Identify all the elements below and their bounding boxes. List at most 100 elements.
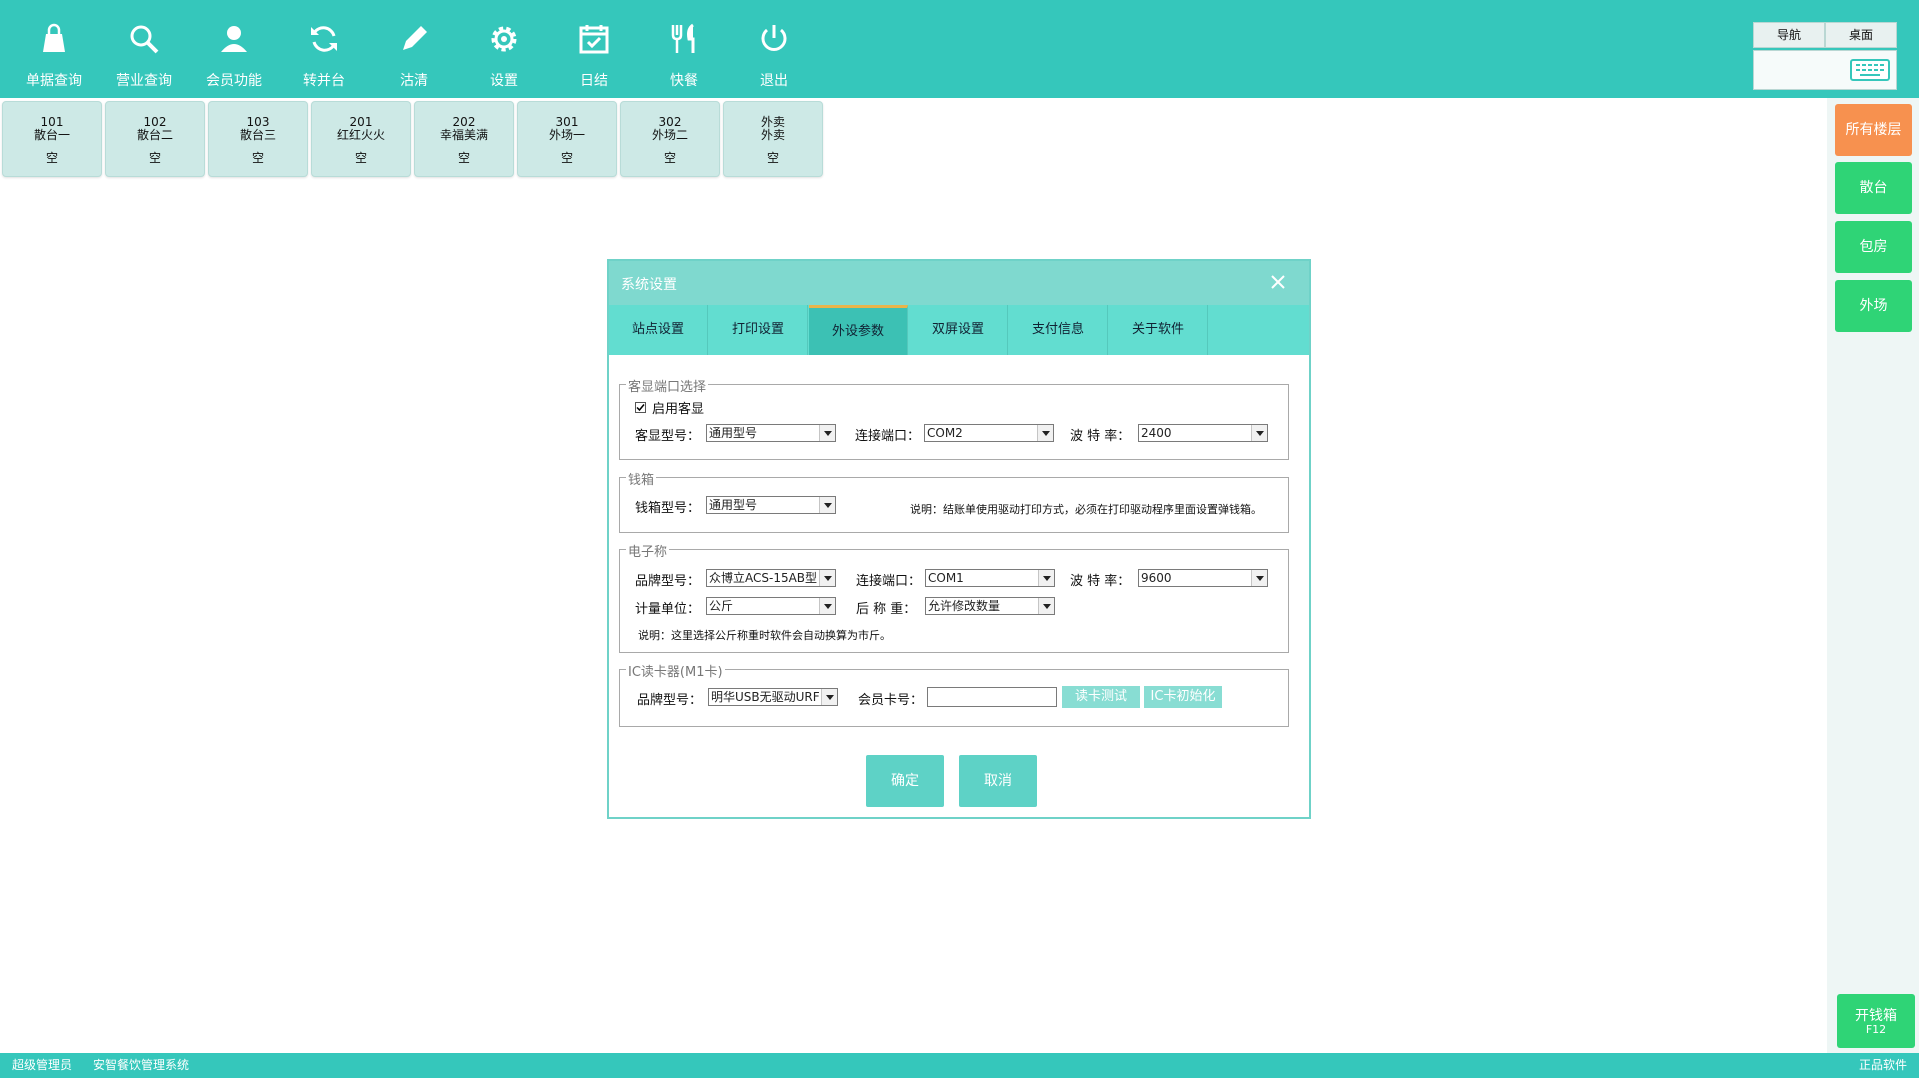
ic-card-init-button[interactable]: IC卡初始化: [1144, 686, 1222, 708]
toolbar-label: 日结: [580, 73, 608, 89]
toolbar-transfer-table[interactable]: 转并台: [279, 0, 369, 98]
bag-icon: [43, 23, 65, 52]
tab-print-settings[interactable]: 打印设置: [709, 305, 808, 355]
refresh-icon: [311, 26, 337, 52]
table-name: 散台一: [33, 128, 70, 142]
table-card[interactable]: 102 散台二 空: [105, 101, 205, 177]
member-card-input[interactable]: [927, 687, 1057, 707]
toolbar-sold-out[interactable]: 沽清: [369, 0, 459, 98]
dropdown-arrow-icon: [1251, 425, 1267, 441]
desktop-button[interactable]: 桌面: [1825, 22, 1897, 48]
open-cash-drawer-button[interactable]: 开钱箱 F12: [1837, 994, 1915, 1048]
user-icon: [221, 26, 247, 52]
table-name: 散台三: [239, 128, 276, 142]
scale-unit-label: 计量单位：: [635, 602, 701, 617]
scale-brand-label: 品牌型号：: [635, 574, 701, 589]
nav-button[interactable]: 导航: [1753, 22, 1825, 48]
table-card[interactable]: 202 幸福美满 空: [414, 101, 514, 177]
scale-brand-select[interactable]: 众博立ACS-15AB型: [706, 569, 836, 587]
keyboard-box[interactable]: [1753, 50, 1897, 90]
table-name: 红红火火: [336, 128, 385, 142]
toolbar-business-query[interactable]: 营业查询: [99, 0, 189, 98]
pencil-icon: [403, 26, 427, 50]
customer-display-model-label: 客显型号：: [635, 429, 701, 444]
tab-about[interactable]: 关于软件: [1109, 305, 1208, 355]
group-legend: 钱箱: [626, 469, 657, 488]
toolbar-label: 设置: [490, 73, 518, 89]
table-card[interactable]: 外卖 外卖 空: [723, 101, 823, 177]
select-value: 公斤: [709, 599, 734, 613]
ic-card-label: 会员卡号：: [858, 693, 924, 708]
dropdown-arrow-icon: [1037, 425, 1053, 441]
calendar-check-icon: [579, 25, 609, 54]
scale-port-label: 连接端口：: [856, 574, 922, 589]
dropdown-arrow-icon: [819, 598, 835, 614]
toolbar-label: 单据查询: [26, 73, 82, 89]
customer-display-baud-select[interactable]: 2400: [1138, 424, 1268, 442]
keyboard-icon: [1850, 59, 1890, 81]
ic-reader-group: IC读卡器(M1卡) 品牌型号： 明华USB无驱动URF 会员卡号： 读卡测试 …: [619, 661, 1289, 727]
table-name: 外场一: [548, 128, 585, 142]
table-card[interactable]: 301 外场一 空: [517, 101, 617, 177]
settings-dialog: 系统设置 站点设置 打印设置 外设参数 双屏设置 支付信息 关于软件 客显端口选…: [607, 259, 1311, 819]
dropdown-arrow-icon: [1251, 570, 1267, 586]
toolbar-daily-close[interactable]: 日结: [549, 0, 639, 98]
scale-after-weigh-select[interactable]: 允许修改数量: [925, 597, 1055, 615]
floor-all-button[interactable]: 所有楼层: [1835, 104, 1912, 156]
cancel-button[interactable]: 取消: [959, 755, 1037, 807]
power-icon: [761, 25, 787, 51]
toolbar-member[interactable]: 会员功能: [189, 0, 279, 98]
scale-port-select[interactable]: COM1: [925, 569, 1055, 587]
table-card[interactable]: 103 散台三 空: [208, 101, 308, 177]
read-card-test-button[interactable]: 读卡测试: [1062, 686, 1140, 708]
select-value: 通用型号: [709, 498, 758, 512]
scale-after-weigh-label: 后 称 重：: [856, 602, 917, 617]
cash-box-note: 说明：结账单使用驱动打印方式，必须在打印驱动程序里面设置弹钱箱。: [910, 503, 1262, 516]
floor-hall-button[interactable]: 散台: [1835, 162, 1912, 214]
tab-peripheral-params[interactable]: 外设参数: [809, 305, 908, 355]
table-card[interactable]: 302 外场二 空: [620, 101, 720, 177]
toolbar-fast-food[interactable]: 快餐: [639, 0, 729, 98]
toolbar-bill-query[interactable]: 单据查询: [9, 0, 99, 98]
tab-dual-screen[interactable]: 双屏设置: [909, 305, 1008, 355]
select-value: 通用型号: [709, 426, 758, 440]
enable-customer-display-label: 启用客显: [652, 402, 705, 417]
floor-private-room-button[interactable]: 包房: [1835, 221, 1912, 273]
select-value: 2400: [1141, 426, 1172, 440]
table-status: 空: [251, 151, 264, 165]
status-user: 超级管理员: [12, 1058, 73, 1072]
scale-unit-select[interactable]: 公斤: [706, 597, 836, 615]
status-system: 安智餐饮管理系统: [93, 1058, 190, 1072]
scale-note: 说明：这里选择公斤称重时软件会自动换算为市斤。: [638, 629, 891, 642]
table-status: 空: [663, 151, 676, 165]
dropdown-arrow-icon: [1038, 598, 1054, 614]
ok-button[interactable]: 确定: [866, 755, 944, 807]
search-icon: [130, 25, 159, 54]
ic-brand-select[interactable]: 明华USB无驱动URF: [708, 688, 838, 706]
close-icon[interactable]: [1269, 273, 1287, 291]
tab-payment-info[interactable]: 支付信息: [1009, 305, 1108, 355]
cash-box-model-select[interactable]: 通用型号: [706, 496, 836, 514]
cash-drawer-label: 开钱箱: [1855, 1008, 1897, 1024]
table-card[interactable]: 201 红红火火 空: [311, 101, 411, 177]
toolbar-settings[interactable]: 设置: [459, 0, 549, 98]
dropdown-arrow-icon: [819, 425, 835, 441]
scale-baud-select[interactable]: 9600: [1138, 569, 1268, 587]
table-name: 幸福美满: [439, 128, 488, 142]
check-icon: [636, 404, 645, 412]
cash-box-group: 钱箱 钱箱型号： 通用型号 说明：结账单使用驱动打印方式，必须在打印驱动程序里面…: [619, 469, 1289, 533]
customer-display-model-select[interactable]: 通用型号: [706, 424, 836, 442]
toolbar-exit[interactable]: 退出: [729, 0, 819, 98]
customer-display-port-select[interactable]: COM2: [924, 424, 1054, 442]
dialog-title: 系统设置: [621, 277, 677, 293]
select-value: COM1: [928, 571, 964, 585]
table-status: 空: [45, 151, 58, 165]
tab-site-settings[interactable]: 站点设置: [609, 305, 708, 355]
group-legend: 电子称: [626, 541, 670, 560]
customer-display-baud-label: 波 特 率：: [1070, 429, 1131, 444]
enable-customer-display-checkbox[interactable]: [635, 402, 646, 413]
toolbar-label: 营业查询: [116, 73, 172, 89]
floor-outdoor-button[interactable]: 外场: [1835, 280, 1912, 332]
table-card[interactable]: 101 散台一 空: [2, 101, 102, 177]
table-status: 空: [560, 151, 573, 165]
